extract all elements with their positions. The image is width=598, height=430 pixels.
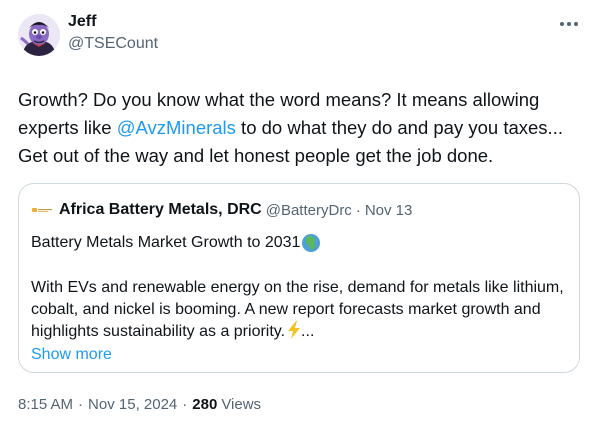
more-options-button[interactable] — [554, 12, 584, 36]
quoted-body-text: With EVs and renewable energy on the ris… — [31, 277, 567, 343]
tweet-date[interactable]: Nov 15, 2024 — [88, 396, 177, 413]
battery-metals-logo-icon — [32, 208, 52, 212]
meta-separator-2: · — [182, 396, 188, 413]
tweet-text: Growth? Do you know what the word means?… — [18, 86, 578, 170]
lightning-bolt-icon — [288, 321, 301, 339]
author-display-name[interactable]: Jeff — [68, 12, 158, 32]
quoted-separator: · — [355, 201, 361, 219]
views-label: Views — [221, 396, 262, 413]
quoted-title: Battery Metals Market Growth to 2031 — [31, 234, 301, 251]
globe-africa-icon — [302, 234, 321, 252]
quoted-author-handle[interactable]: @BatteryDrc — [266, 202, 352, 219]
quoted-tweet[interactable]: Africa Battery Metals, DRC @BatteryDrc ·… — [18, 183, 580, 373]
more-horizontal-icon — [560, 22, 564, 26]
views-count[interactable]: 280 — [192, 396, 217, 413]
author-names: Jeff @TSECount — [68, 12, 158, 56]
author-handle[interactable]: @TSECount — [68, 32, 158, 56]
count-puppet-avatar-image — [18, 14, 60, 56]
tweet-time[interactable]: 8:15 AM — [18, 396, 73, 413]
meta-separator: · — [78, 396, 84, 413]
author-avatar[interactable] — [18, 14, 60, 56]
quoted-author-display-name[interactable]: Africa Battery Metals, DRC — [59, 201, 262, 219]
quoted-author-logo[interactable] — [31, 199, 53, 221]
quoted-tweet-header: Africa Battery Metals, DRC @BatteryDrc ·… — [31, 198, 567, 222]
more-horizontal-icon-dot — [567, 22, 571, 26]
show-more-link[interactable]: Show more — [31, 344, 567, 366]
quoted-ellipsis: ... — [301, 323, 315, 340]
tweet-card: Jeff @TSECount Growth? Do you know what … — [0, 0, 598, 430]
quoted-title-line: Battery Metals Market Growth to 2031 — [31, 231, 567, 255]
more-horizontal-icon-dot — [574, 22, 578, 26]
mention-link[interactable]: @AvzMinerals — [117, 117, 236, 138]
tweet-meta: 8:15 AM · Nov 15, 2024 · 280 Views — [18, 396, 580, 413]
quoted-date[interactable]: Nov 13 — [365, 202, 413, 219]
tweet-header: Jeff @TSECount — [18, 12, 580, 64]
